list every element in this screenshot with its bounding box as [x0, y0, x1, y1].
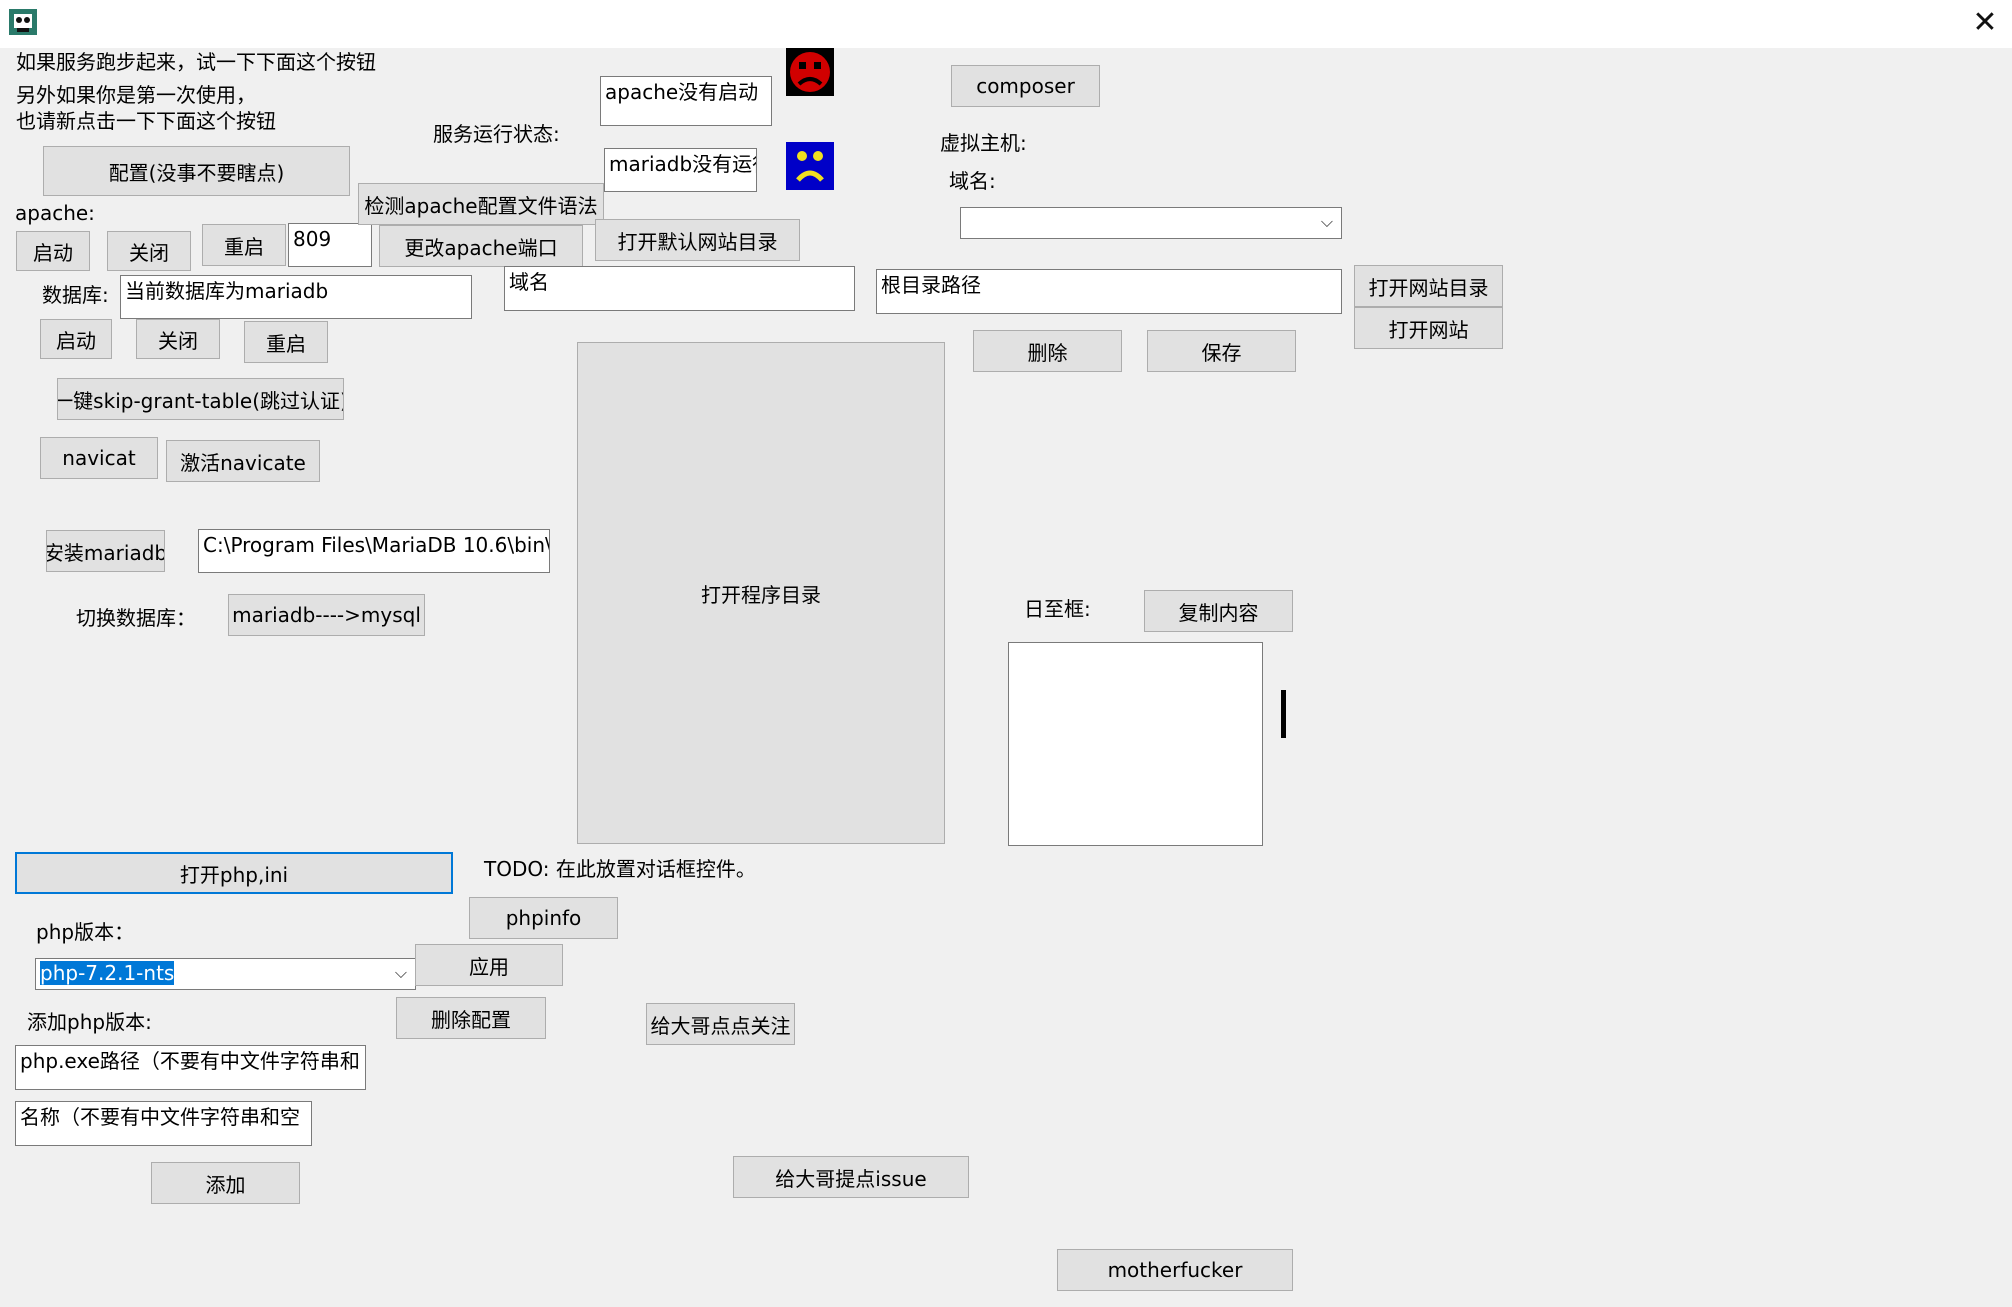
php-version-value: php-7.2.1-nts: [40, 961, 175, 985]
open-site-button[interactable]: 打开网站: [1354, 307, 1503, 349]
delete-vhost-button[interactable]: 删除: [973, 330, 1122, 372]
apache-port-input[interactable]: 809: [288, 223, 372, 267]
apache-restart-button[interactable]: 重启: [202, 224, 286, 266]
open-site-dir-button[interactable]: 打开网站目录: [1354, 265, 1503, 307]
activate-navicat-button[interactable]: 激活navicate: [166, 440, 320, 482]
open-phpini-button[interactable]: 打开php,ini: [15, 852, 453, 894]
follow-button[interactable]: 给大哥点点关注: [646, 1003, 795, 1045]
php-exe-path-input[interactable]: php.exe路径（不要有中文件字符串和: [15, 1045, 366, 1090]
log-textarea[interactable]: [1008, 642, 1263, 846]
vhost-label: 虚拟主机:: [940, 131, 1027, 155]
php-version-label: php版本：: [36, 920, 135, 944]
open-default-site-button[interactable]: 打开默认网站目录: [595, 219, 800, 261]
service-status-label: 服务运行状态:: [433, 122, 560, 146]
skip-grant-button[interactable]: 一键skip-grant-table(跳过认证): [57, 378, 344, 420]
check-syntax-button[interactable]: 检测apache配置文件语法: [358, 183, 604, 225]
todo-text: TODO: 在此放置对话框控件。: [484, 857, 756, 881]
chevron-down-icon: ⌵: [1320, 212, 1333, 231]
navicat-button[interactable]: navicat: [40, 437, 158, 479]
php-name-input[interactable]: 名称（不要有中文件字符串和空: [15, 1101, 312, 1146]
db-label: 数据库:: [42, 283, 109, 307]
phpinfo-button[interactable]: phpinfo: [469, 897, 618, 939]
switch-db-label: 切换数据库：: [76, 606, 196, 630]
close-icon[interactable]: ✕: [1965, 6, 2005, 40]
db-status-field[interactable]: 当前数据库为mariadb: [120, 275, 472, 319]
install-mariadb-button[interactable]: 安装mariadb: [46, 530, 165, 572]
hint-text-1: 如果服务跑步起来，试一下下面这个按钮: [16, 50, 376, 74]
apache-start-button[interactable]: 启动: [16, 231, 90, 271]
scrollbar-thumb[interactable]: [1281, 690, 1286, 738]
db-restart-button[interactable]: 重启: [244, 321, 328, 363]
open-program-dir-button[interactable]: 打开程序目录: [577, 342, 945, 844]
issue-button[interactable]: 给大哥提点issue: [733, 1156, 969, 1198]
copy-content-button[interactable]: 复制内容: [1144, 590, 1293, 632]
mf-button[interactable]: motherfucker: [1057, 1249, 1293, 1291]
switch-db-button[interactable]: mariadb---->mysql: [228, 594, 425, 636]
apache-status-icon: [786, 48, 834, 96]
root-path-input[interactable]: 根目录路径: [876, 269, 1342, 314]
domain-input[interactable]: 域名: [504, 266, 855, 311]
hint-text-2: 另外如果你是第一次使用，: [16, 83, 256, 107]
app-icon: [8, 8, 38, 36]
title-bar: [0, 0, 2012, 48]
change-port-button[interactable]: 更改apache端口: [379, 225, 583, 267]
domain-label: 域名:: [949, 169, 996, 193]
db-stop-button[interactable]: 关闭: [136, 319, 220, 359]
save-vhost-button[interactable]: 保存: [1147, 330, 1296, 372]
delete-config-button[interactable]: 删除配置: [396, 997, 546, 1039]
composer-button[interactable]: composer: [951, 65, 1100, 107]
add-php-button[interactable]: 添加: [151, 1162, 300, 1204]
chevron-down-icon: ⌵: [394, 963, 407, 982]
apache-status-field[interactable]: apache没有启动: [600, 76, 772, 126]
add-php-label: 添加php版本:: [27, 1010, 152, 1034]
log-label: 日至框:: [1024, 597, 1091, 621]
php-version-select[interactable]: php-7.2.1-nts ⌵: [35, 958, 416, 990]
mariadb-status-icon: [786, 142, 834, 190]
apply-button[interactable]: 应用: [415, 944, 563, 986]
hint-text-3: 也请新点击一下下面这个按钮: [16, 109, 276, 133]
config-button[interactable]: 配置(没事不要瞎点): [43, 146, 350, 196]
db-start-button[interactable]: 启动: [40, 319, 112, 359]
mariadb-status-field[interactable]: mariadb没有运行: [604, 148, 757, 192]
mariadb-path-input[interactable]: C:\Program Files\MariaDB 10.6\bin\n: [198, 529, 550, 573]
apache-stop-button[interactable]: 关闭: [107, 231, 191, 271]
apache-label: apache:: [15, 201, 95, 225]
vhost-select[interactable]: ⌵: [960, 207, 1342, 239]
